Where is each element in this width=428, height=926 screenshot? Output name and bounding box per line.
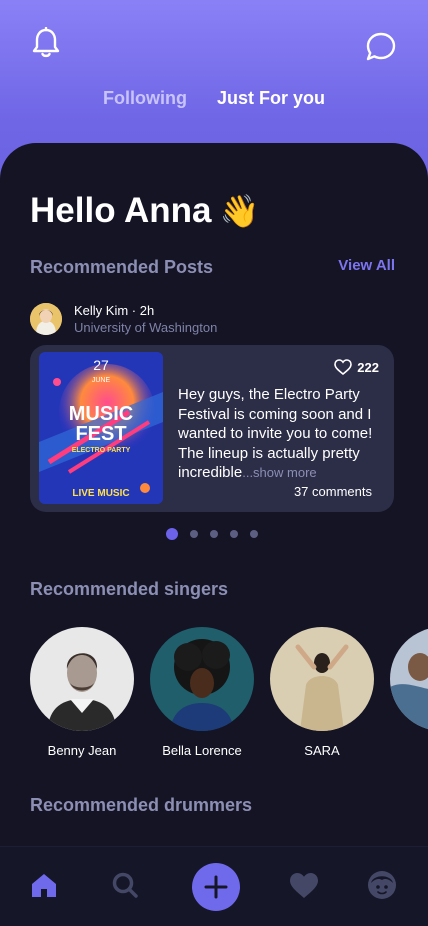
pagination-dot[interactable]: [210, 530, 218, 538]
show-more-link[interactable]: ...show more: [242, 465, 316, 480]
singer-card[interactable]: Bella Lorence: [150, 627, 254, 758]
avatar[interactable]: [30, 303, 62, 335]
like-count: 222: [357, 359, 379, 375]
poster-footer: LIVE MUSIC: [72, 488, 129, 499]
greeting-text: Hello Anna: [30, 191, 212, 230]
singer-name: SARA: [304, 743, 340, 758]
pagination-dot[interactable]: [230, 530, 238, 538]
singer-name: Benny Jean: [47, 743, 117, 758]
tab-following[interactable]: Following: [103, 88, 187, 109]
profile-icon[interactable]: [366, 869, 398, 901]
singer-photo[interactable]: [390, 627, 428, 731]
search-icon[interactable]: [109, 869, 141, 901]
poster-date: 27: [93, 357, 109, 373]
like-button[interactable]: 222: [334, 359, 379, 375]
post-body: Hey guys, the Electro Party Festival is …: [178, 385, 374, 483]
singer-card[interactable]: SARA: [270, 627, 374, 758]
bottom-navigation: [0, 846, 428, 926]
plus-icon: [204, 875, 228, 899]
singer-photo[interactable]: [270, 627, 374, 731]
poster-title-line1: MUSIC: [69, 403, 133, 425]
carousel-pagination: [166, 528, 258, 540]
singer-photo[interactable]: [30, 627, 134, 731]
music-fest-poster-image[interactable]: 27 JUNE MUSIC FEST ELECTRO PARTY LIVE MU…: [39, 352, 163, 504]
greeting-title: Hello Anna 👋: [30, 191, 259, 231]
view-all-link[interactable]: View All: [338, 257, 395, 274]
poster-title-line2: FEST: [75, 423, 126, 445]
singer-card[interactable]: Gi: [390, 627, 428, 758]
home-icon[interactable]: [28, 869, 60, 901]
poster-month: JUNE: [92, 377, 111, 384]
author-name: Kelly Kim · 2h: [74, 303, 155, 318]
singer-name: Bella Lorence: [162, 743, 242, 758]
singers-carousel: Benny Jean Bella Lorence SARA: [30, 627, 428, 758]
tab-just-for-you[interactable]: Just For you: [217, 88, 325, 109]
notification-bell-icon[interactable]: [29, 26, 63, 60]
recommended-drummers-title: Recommended drummers: [30, 795, 253, 815]
waving-hand-emoji: 👋: [219, 193, 260, 229]
poster-subtitle: ELECTRO PARTY: [72, 447, 131, 454]
chat-bubble-icon[interactable]: [364, 30, 398, 64]
post-card[interactable]: 27 JUNE MUSIC FEST ELECTRO PARTY LIVE MU…: [30, 345, 394, 512]
create-post-button[interactable]: [192, 863, 240, 911]
heart-icon[interactable]: [288, 869, 320, 901]
singer-photo[interactable]: [150, 627, 254, 731]
pagination-dot[interactable]: [190, 530, 198, 538]
main-content: Hello Anna 👋 Recommended Posts View All …: [0, 143, 428, 926]
post-author[interactable]: Kelly Kim · 2h University of Washington: [30, 303, 217, 335]
recommended-posts-title: Recommended Posts: [30, 257, 214, 277]
author-organization: University of Washington: [74, 320, 218, 335]
feed-tabs: Following Just For you: [0, 88, 428, 109]
singer-card[interactable]: Benny Jean: [30, 627, 134, 758]
pagination-dot[interactable]: [250, 530, 258, 538]
comments-count[interactable]: 37 comments: [294, 484, 372, 499]
recommended-singers-title: Recommended singers: [30, 579, 229, 599]
heart-outline-icon: [334, 359, 353, 375]
pagination-dot-active[interactable]: [166, 528, 178, 540]
